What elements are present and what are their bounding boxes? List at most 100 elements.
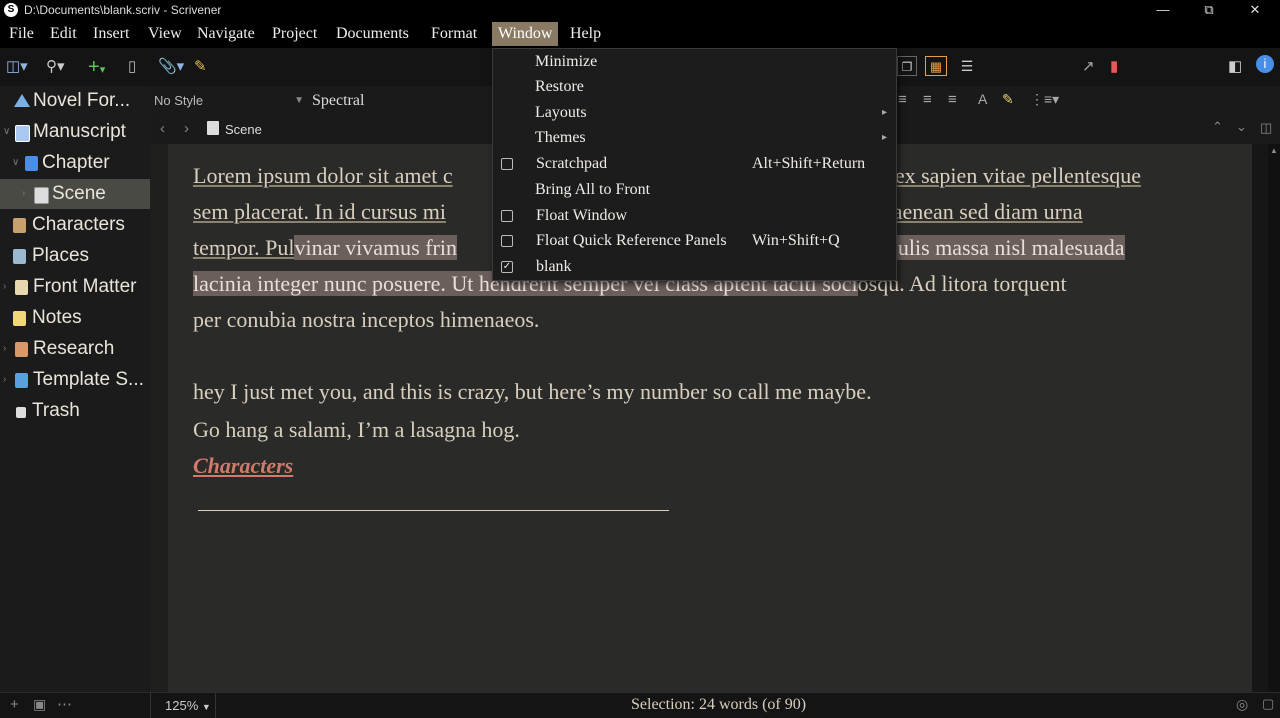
outliner-icon[interactable]: ☰ (956, 56, 978, 74)
add-icon[interactable]: + (10, 696, 19, 713)
list-icon[interactable]: ⋮≡▾ (1030, 91, 1059, 108)
menu-file[interactable]: File (3, 22, 40, 46)
menu-project[interactable]: Project (266, 22, 323, 46)
forward-arrow-icon[interactable]: › (184, 120, 189, 137)
window-menu-dropdown: Minimize Restore Layouts ▸ Themes ▸ Scra… (492, 48, 897, 281)
scroll-up-icon[interactable]: ▲ (1270, 146, 1278, 155)
style-select[interactable]: No Style ▼ (154, 91, 304, 111)
binder-item-characters[interactable]: Characters (0, 210, 150, 240)
search-icon[interactable]: ⚲▾ (46, 57, 65, 77)
menu-bar: File Edit Insert View Navigate Project D… (0, 20, 1280, 48)
bookmark-icon[interactable]: ▮ (1110, 57, 1118, 77)
chevron-down-icon[interactable]: ∨ (3, 117, 10, 147)
document-title: Scene (225, 122, 262, 137)
inspector-toggle-icon[interactable]: ◧ (1228, 57, 1242, 77)
menu-item-blank[interactable]: ✓ blank (493, 254, 896, 279)
corkboard-icon[interactable]: ▦ (925, 56, 947, 76)
add-icon[interactable]: +▾ (88, 57, 105, 77)
binder-item-trash[interactable]: Trash (0, 396, 150, 426)
chevron-down-icon[interactable]: ∨ (12, 148, 19, 178)
document-icon (207, 121, 219, 135)
menu-item-float-window[interactable]: Float Window (493, 203, 896, 228)
trash-toolbar-icon[interactable]: ▯ (128, 57, 136, 77)
places-icon (13, 249, 26, 264)
close-window-button[interactable]: ✕ (1232, 0, 1278, 20)
chevron-down-icon: ▼ (201, 702, 211, 712)
menu-item-restore[interactable]: Restore (493, 74, 896, 99)
scrivenings-icon[interactable]: ❐ (897, 56, 917, 76)
align-center-icon[interactable]: ≡ (898, 91, 907, 108)
trash-icon (16, 407, 26, 418)
menu-item-float-quick-reference[interactable]: Float Quick Reference Panels Win+Shift+Q (493, 228, 896, 253)
highlight-icon[interactable]: ✎ (1002, 91, 1014, 108)
text-color-icon[interactable]: A (978, 91, 987, 107)
zoom-select[interactable]: 125% ▼ (165, 698, 211, 713)
chevron-up-icon[interactable]: ⌃ (1212, 119, 1223, 135)
menu-insert[interactable]: Insert (87, 22, 135, 46)
chevron-right-icon[interactable]: › (22, 179, 25, 209)
binder-item-places[interactable]: Places (0, 241, 150, 271)
menu-item-themes[interactable]: Themes ▸ (493, 125, 896, 150)
characters-link[interactable]: Characters (193, 448, 293, 484)
horizontal-rule (198, 510, 669, 511)
selection-word-count: Selection: 24 words (of 90) (631, 696, 807, 713)
menu-documents[interactable]: Documents (330, 22, 415, 46)
chevron-right-icon[interactable]: › (3, 272, 6, 302)
notes-icon (13, 311, 26, 326)
front-matter-icon (15, 280, 28, 295)
binder-item-manuscript[interactable]: ∨ Manuscript (0, 117, 150, 147)
menu-item-scratchpad[interactable]: Scratchpad Alt+Shift+Return (493, 151, 896, 176)
checkbox-checked-icon: ✓ (501, 261, 513, 273)
chevron-down-icon: ▼ (294, 95, 304, 106)
minimize-window-button[interactable]: — (1140, 0, 1186, 20)
font-select[interactable]: Spectral (312, 91, 364, 111)
editor-scrollbar[interactable]: ▲ (1268, 144, 1280, 692)
binder-item-novel-format[interactable]: Novel For... (0, 86, 150, 116)
research-icon (15, 342, 28, 357)
add-folder-icon[interactable]: ▣ (33, 696, 46, 713)
split-editor-icon[interactable]: ◫ (1260, 120, 1272, 136)
menu-help[interactable]: Help (564, 22, 607, 46)
menu-item-minimize[interactable]: Minimize (493, 49, 896, 74)
align-justify-icon[interactable]: ≡ (923, 91, 932, 108)
edit-note-icon[interactable]: ✎ (194, 57, 207, 77)
more-options-icon[interactable]: ⋯ (57, 695, 72, 713)
binder-item-scene[interactable]: › Scene (0, 179, 150, 209)
folder-icon (25, 156, 38, 171)
submenu-arrow-icon: ▸ (882, 132, 888, 143)
menu-window[interactable]: Window (492, 22, 559, 46)
share-icon[interactable]: ↗ (1082, 57, 1095, 77)
manuscript-icon (15, 125, 30, 142)
back-arrow-icon[interactable]: ‹ (160, 120, 165, 137)
chevron-down-icon[interactable]: ⌄ (1236, 119, 1247, 135)
align-right-icon[interactable]: ≡ (948, 91, 957, 108)
binder-item-chapter[interactable]: ∨ Chapter (0, 148, 150, 178)
binder-toggle-icon[interactable]: ◫▾ (6, 57, 28, 77)
compose-icon[interactable]: ▢ (1262, 696, 1274, 712)
template-icon (15, 373, 28, 388)
menu-item-layouts[interactable]: Layouts ▸ (493, 100, 896, 125)
checkbox-icon (501, 158, 513, 170)
binder-item-template-sheets[interactable]: › Template S... (0, 365, 150, 395)
characters-icon (13, 218, 26, 233)
info-icon[interactable]: i (1256, 55, 1274, 73)
submenu-arrow-icon: ▸ (882, 107, 888, 118)
chevron-right-icon[interactable]: › (3, 334, 6, 364)
document-icon (34, 187, 49, 204)
menu-format[interactable]: Format (425, 22, 483, 46)
checkbox-icon (501, 235, 513, 247)
binder-item-front-matter[interactable]: › Front Matter (0, 272, 150, 302)
binder-item-research[interactable]: › Research (0, 334, 150, 364)
attachment-icon[interactable]: 📎▾ (158, 57, 184, 77)
restore-window-button[interactable]: ⧉ (1186, 0, 1232, 20)
triangle-icon (14, 94, 30, 107)
target-icon[interactable]: ◎ (1236, 696, 1248, 713)
editor-line: Go hang a salami, I’m a lasagna hog. (193, 417, 520, 442)
menu-item-bring-all-to-front[interactable]: Bring All to Front (493, 177, 896, 202)
menu-view[interactable]: View (142, 22, 188, 46)
menu-navigate[interactable]: Navigate (191, 22, 261, 46)
chevron-right-icon[interactable]: › (3, 365, 6, 395)
menu-edit[interactable]: Edit (44, 22, 83, 46)
binder-item-notes[interactable]: Notes (0, 303, 150, 333)
binder-sidebar: Novel For... ∨ Manuscript ∨ Chapter › Sc… (0, 86, 151, 692)
